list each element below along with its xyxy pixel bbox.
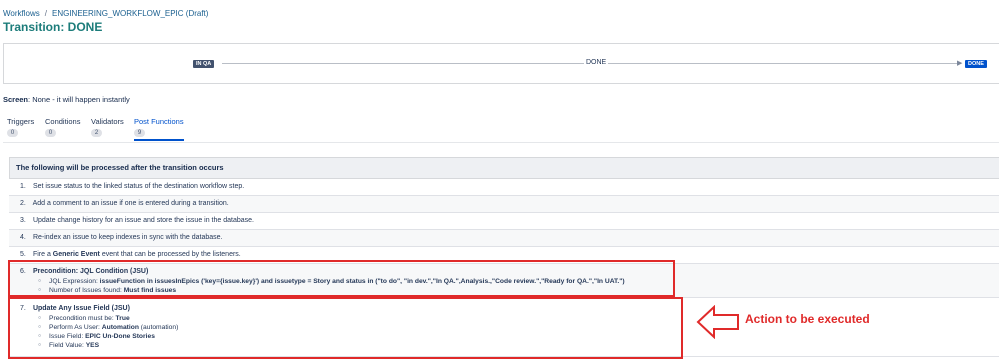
breadcrumb-separator: / xyxy=(44,9,47,18)
tab-label: Triggers xyxy=(7,117,35,126)
tab-post-functions[interactable]: Post Functions 9 xyxy=(134,117,184,141)
from-status-lozenge: IN QA xyxy=(193,60,215,68)
to-status-lozenge: DONE xyxy=(965,60,987,68)
event-name: Generic Event xyxy=(52,251,100,258)
tab-label: Validators xyxy=(91,117,124,126)
row-text: Set issue status to the linked status of… xyxy=(32,183,245,190)
tab-label: Post Functions xyxy=(134,117,184,126)
breadcrumb-workflow-link[interactable]: ENGINEERING_WORKFLOW_EPIC (Draft) xyxy=(52,9,208,18)
row-number: 1. xyxy=(20,183,26,190)
row-text: Add a comment to an issue if one is ente… xyxy=(32,200,229,207)
tab-divider xyxy=(3,142,999,143)
tab-triggers[interactable]: Triggers 0 xyxy=(7,117,34,137)
tab-count-badge: 0 xyxy=(7,129,18,137)
tab-label: Conditions xyxy=(45,117,81,126)
post-function-row: 3. Update change history for an issue an… xyxy=(9,213,999,230)
tab-count-badge: 9 xyxy=(134,129,145,137)
tab-conditions[interactable]: Conditions 0 xyxy=(45,117,80,137)
transition-diagram: ▶ IN QA DONE DONE xyxy=(3,43,999,84)
breadcrumb-workflows-link[interactable]: Workflows xyxy=(3,9,40,18)
arrow-right-icon: ▶ xyxy=(957,60,963,67)
screen-value: : None - it will happen instantly xyxy=(28,95,130,104)
screen-label: Screen xyxy=(3,95,29,104)
row-text-after: event that can be processed by the liste… xyxy=(99,251,241,258)
annotation-label: Action to be executed xyxy=(745,312,870,326)
post-functions-header: The following will be processed after th… xyxy=(9,157,999,179)
row-number: 2. xyxy=(20,200,26,207)
highlight-box-jql-condition xyxy=(8,260,675,297)
post-function-row: 4. Re-index an issue to keep indexes in … xyxy=(9,230,999,247)
tab-count-badge: 0 xyxy=(45,129,56,137)
page-title: Transition: DONE xyxy=(3,20,103,34)
tab-count-badge: 2 xyxy=(91,129,102,137)
row-text: Update change history for an issue and s… xyxy=(32,217,254,224)
highlight-box-update-field xyxy=(8,297,683,359)
row-number: 3. xyxy=(20,217,26,224)
row-text-before: Fire a xyxy=(32,251,53,258)
arrow-left-icon xyxy=(696,305,739,339)
screen-info: Screen: None - it will happen instantly xyxy=(3,95,130,104)
row-text: Re-index an issue to keep indexes in syn… xyxy=(32,234,223,241)
transition-name: DONE xyxy=(584,59,609,66)
breadcrumb: Workflows / ENGINEERING_WORKFLOW_EPIC (Dra… xyxy=(3,9,208,18)
tab-validators[interactable]: Validators 2 xyxy=(91,117,124,137)
row-number: 4. xyxy=(20,234,26,241)
post-function-row: 2. Add a comment to an issue if one is e… xyxy=(9,196,999,213)
post-function-row: 1. Set issue status to the linked status… xyxy=(9,179,999,196)
